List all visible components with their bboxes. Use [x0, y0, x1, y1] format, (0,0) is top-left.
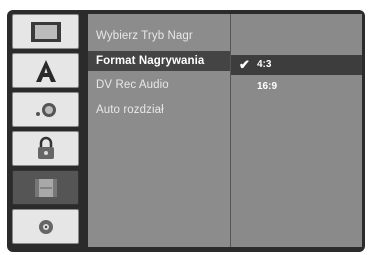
sidebar-item-disc[interactable]: [12, 209, 79, 244]
tv-screen-icon: [30, 21, 61, 42]
lock-icon: [37, 136, 54, 159]
option-label: 4:3: [257, 59, 272, 70]
menu-item-dv-rec-audio[interactable]: DV Rec Audio: [96, 79, 169, 91]
menu-item-record-format[interactable]: Format Nagrywania: [88, 51, 230, 71]
format-options: ✔ 4:3 16:9: [231, 14, 362, 247]
audio-icon: [35, 102, 56, 117]
checkmark-icon: ✔: [239, 57, 250, 72]
language-a-icon: [35, 59, 56, 82]
sidebar-item-lock[interactable]: [12, 131, 79, 166]
sidebar-item-audio[interactable]: [12, 92, 79, 127]
option-16-9[interactable]: 16:9: [231, 77, 362, 97]
option-4-3[interactable]: ✔ 4:3: [231, 55, 362, 75]
setup-sidebar: [12, 14, 79, 248]
settings-menu: Wybierz Tryb Nagr Format Nagrywania DV R…: [88, 14, 230, 247]
disc-icon: [38, 219, 53, 234]
sidebar-item-display[interactable]: [12, 14, 79, 49]
option-label: 16:9: [257, 81, 278, 92]
sidebar-item-recording[interactable]: [12, 170, 79, 205]
sidebar-item-language[interactable]: [12, 53, 79, 88]
recording-icon: [34, 178, 57, 197]
menu-item-record-mode[interactable]: Wybierz Tryb Nagr: [96, 30, 193, 42]
menu-item-auto-chapter[interactable]: Auto rozdział: [96, 104, 164, 116]
